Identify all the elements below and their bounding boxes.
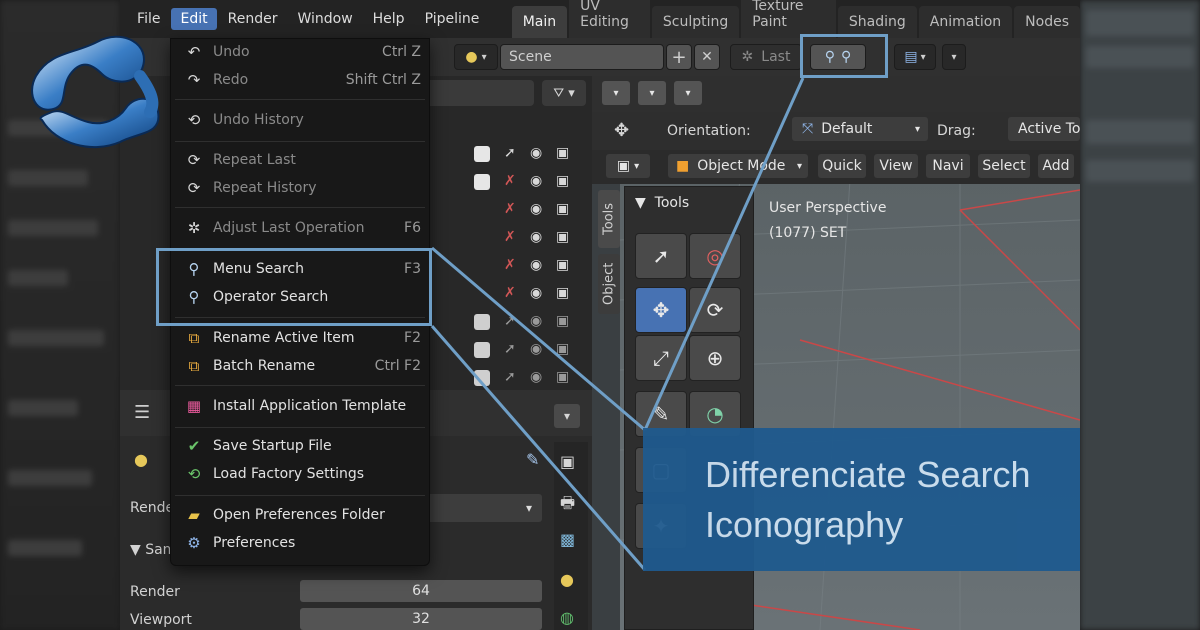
caption-line-1: Differenciate Search — [705, 454, 1031, 495]
caption-callout: Differenciate Search Iconography — [643, 428, 1080, 571]
caption-line-2: Iconography — [705, 504, 904, 545]
